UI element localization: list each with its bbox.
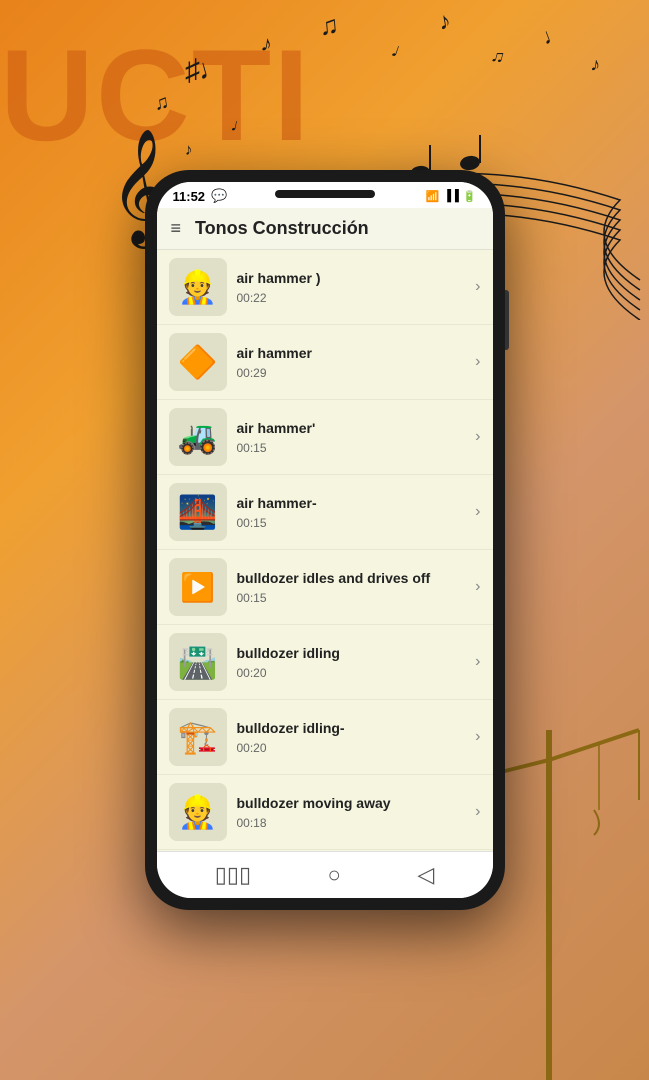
item-thumbnail: 🔶 <box>169 333 227 391</box>
battery-icon: 🔋 <box>463 190 477 203</box>
list-item[interactable]: 🏗️ bulldozer idling- 00:20 › <box>157 700 493 775</box>
recents-button[interactable]: ▯▯▯ <box>215 862 251 888</box>
item-title: bulldozer idling <box>237 644 466 662</box>
phone-screen: 11:52 💬 📶 ▐▐ 🔋 ≡ Tonos Construcción 👷 <box>157 182 493 898</box>
item-title: bulldozer idling- <box>237 719 466 737</box>
status-time: 11:52 <box>173 189 206 204</box>
item-info: bulldozer idling- 00:20 <box>227 719 476 754</box>
list-item[interactable]: ▶️ bulldozer idles and drives off 00:15 … <box>157 550 493 625</box>
item-info: air hammer 00:29 <box>227 344 476 379</box>
item-info: air hammer' 00:15 <box>227 419 476 454</box>
list-item[interactable]: 🚜 air hammer' 00:15 › <box>157 400 493 475</box>
item-thumbnail: 🛣️ <box>169 633 227 691</box>
item-info: air hammer- 00:15 <box>227 494 476 529</box>
back-button[interactable]: ◁ <box>417 862 434 888</box>
status-bar: 11:52 💬 📶 ▐▐ 🔋 <box>157 182 493 208</box>
item-info: bulldozer idling 00:20 <box>227 644 476 679</box>
item-thumbnail: 👷 <box>169 783 227 841</box>
item-duration: 00:20 <box>237 741 466 755</box>
item-title: air hammer' <box>237 419 466 437</box>
bottom-navigation: ▯▯▯ ○ ◁ <box>157 851 493 898</box>
menu-icon[interactable]: ≡ <box>171 218 182 239</box>
phone-frame: 11:52 💬 📶 ▐▐ 🔋 ≡ Tonos Construcción 👷 <box>145 170 505 910</box>
item-info: air hammer ) 00:22 <box>227 269 476 304</box>
item-duration: 00:18 <box>237 816 466 830</box>
status-left: 11:52 💬 <box>173 188 228 204</box>
chevron-right-icon: › <box>475 803 480 821</box>
whatsapp-icon: 💬 <box>211 188 227 204</box>
item-duration: 00:15 <box>237 441 466 455</box>
app-toolbar: ≡ Tonos Construcción <box>157 208 493 250</box>
item-title: air hammer- <box>237 494 466 512</box>
item-duration: 00:22 <box>237 291 466 305</box>
list-item[interactable]: 👷 bulldozer moving away 00:18 › <box>157 775 493 850</box>
item-duration: 00:20 <box>237 666 466 680</box>
wifi-icon: 📶 <box>426 190 440 203</box>
list-item[interactable]: 🛣️ bulldozer idling 00:20 › <box>157 625 493 700</box>
sound-list[interactable]: 👷 air hammer ) 00:22 › 🔶 air hammer 00:2… <box>157 250 493 851</box>
item-thumbnail: 🏗️ <box>169 708 227 766</box>
chevron-right-icon: › <box>475 653 480 671</box>
list-item[interactable]: 👷 air hammer ) 00:22 › <box>157 250 493 325</box>
home-button[interactable]: ○ <box>328 862 341 888</box>
item-thumbnail: ▶️ <box>169 558 227 616</box>
item-duration: 00:15 <box>237 591 466 605</box>
item-title: air hammer ) <box>237 269 466 287</box>
phone-wrapper: 11:52 💬 📶 ▐▐ 🔋 ≡ Tonos Construcción 👷 <box>145 170 505 910</box>
app-title: Tonos Construcción <box>195 218 478 239</box>
item-title: bulldozer moving away <box>237 794 466 812</box>
item-thumbnail: 🌉 <box>169 483 227 541</box>
chevron-right-icon: › <box>475 278 480 296</box>
item-thumbnail: 👷 <box>169 258 227 316</box>
signal-icon: ▐▐ <box>443 190 459 202</box>
item-duration: 00:15 <box>237 516 466 530</box>
item-duration: 00:29 <box>237 366 466 380</box>
chevron-right-icon: › <box>475 578 480 596</box>
list-item[interactable]: 🌉 air hammer- 00:15 › <box>157 475 493 550</box>
item-thumbnail: 🚜 <box>169 408 227 466</box>
chevron-right-icon: › <box>475 353 480 371</box>
item-title: air hammer <box>237 344 466 362</box>
status-icons: 📶 ▐▐ 🔋 <box>426 190 477 203</box>
chevron-right-icon: › <box>475 503 480 521</box>
item-info: bulldozer idles and drives off 00:15 <box>227 569 476 604</box>
chevron-right-icon: › <box>475 728 480 746</box>
list-item[interactable]: 🔶 air hammer 00:29 › <box>157 325 493 400</box>
chevron-right-icon: › <box>475 428 480 446</box>
item-title: bulldozer idles and drives off <box>237 569 466 587</box>
item-info: bulldozer moving away 00:18 <box>227 794 476 829</box>
